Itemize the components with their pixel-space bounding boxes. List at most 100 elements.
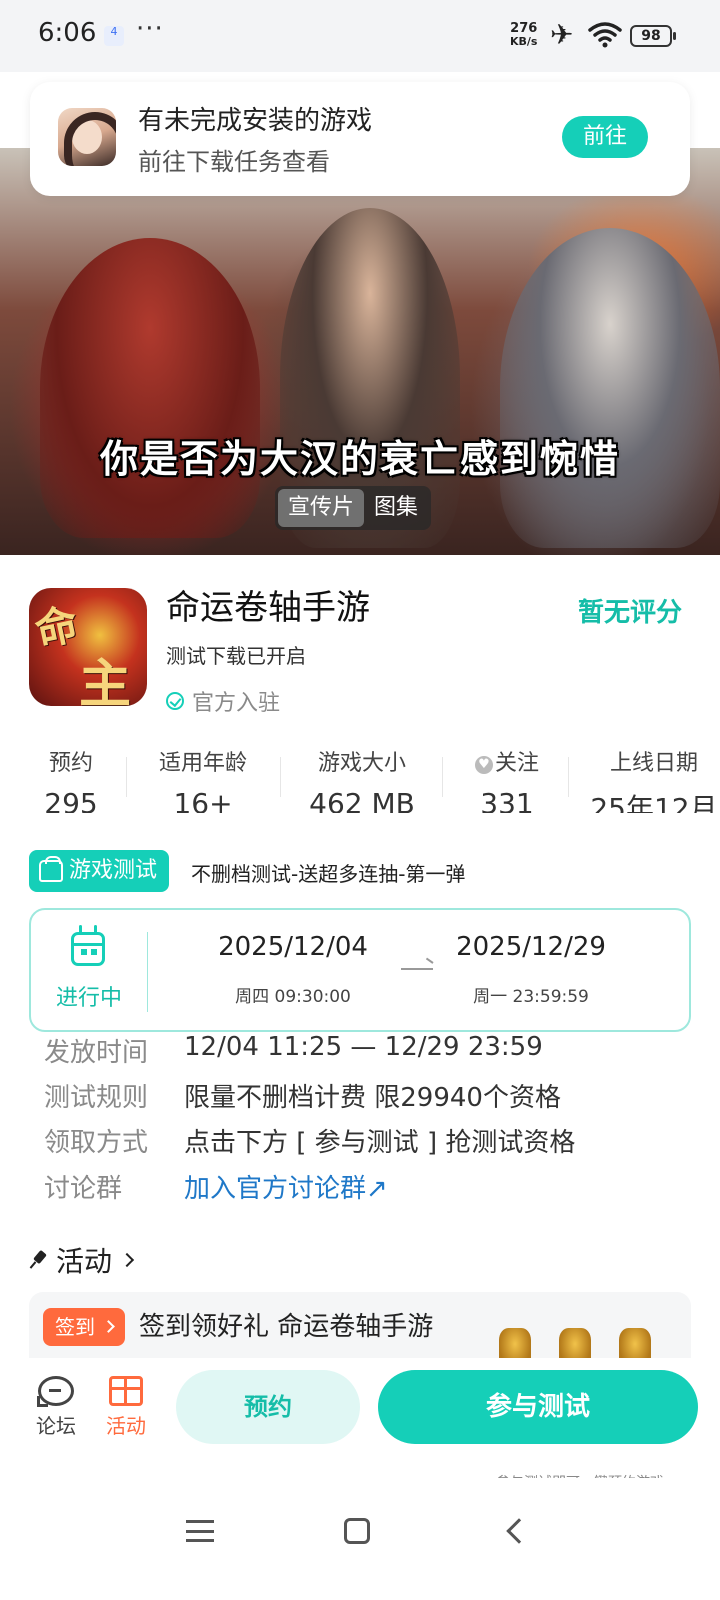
detail-label: 测试规则 <box>44 1083 149 1113</box>
end-time: 周一 23:59:59 <box>473 987 589 1007</box>
test-bag-icon <box>39 856 63 882</box>
activity-card[interactable]: 签到 签到领好礼 命运卷轴手游 <box>29 1292 691 1358</box>
join-test-button[interactable]: 参与测试 <box>378 1370 698 1444</box>
hero-figure-right <box>500 228 720 548</box>
activity-header[interactable]: 活动 <box>30 1240 135 1280</box>
pin-icon <box>30 1251 48 1269</box>
status-time: 6:06 <box>38 18 97 48</box>
install-notification[interactable]: 有未完成安装的游戏 前往下载任务查看 前往 <box>30 82 690 196</box>
schedule-divider <box>147 932 148 1012</box>
stat-value: 295 <box>44 787 98 813</box>
detail-label: 领取方式 <box>44 1128 149 1158</box>
tab-video[interactable]: 宣传片 <box>278 489 365 527</box>
hero-banner[interactable]: 你是否为大汉的衰亡感到惋惜 宣传片 图集 <box>0 148 720 555</box>
more-notifications-icon: ··· <box>136 14 164 44</box>
bottom-action-bar: 论坛 活动 预约 参与测试 参与测试即可一键预约游戏 <box>0 1358 720 1491</box>
network-speed: 276 KB/s <box>510 22 537 48</box>
notification-badge-icon: 4 <box>104 26 124 46</box>
app-subtitle: 测试下载已开启 <box>166 644 306 668</box>
start-time: 周四 09:30:00 <box>235 987 351 1007</box>
tab-forum[interactable]: 论坛 <box>26 1376 86 1439</box>
hero-caption: 你是否为大汉的衰亡感到惋惜 <box>99 436 620 481</box>
stat-label: 适用年龄 <box>158 751 247 776</box>
gold-ingot-icon <box>559 1328 591 1358</box>
start-date: 2025/12/04 <box>218 932 368 962</box>
back-icon[interactable] <box>506 1518 532 1544</box>
stat-reservations: 预约 295 <box>30 745 112 813</box>
detail-discussion-group: 讨论群 加入官方讨论群↗ <box>44 1168 388 1204</box>
detail-value: 12/04 11:25 — 12/29 23:59 <box>184 1032 543 1062</box>
activity-label: 活动 <box>106 1414 146 1438</box>
stat-value: 462 MB <box>309 787 415 813</box>
check-circle-icon <box>166 692 184 710</box>
detail-label: 发放时间 <box>44 1038 149 1068</box>
game-test-label: 游戏测试 <box>69 858 158 883</box>
app-rating: 暂无评分 <box>578 598 683 628</box>
media-tabs: 宣传片 图集 <box>275 486 432 530</box>
stat-size: 游戏大小 462 MB <box>300 745 424 813</box>
sign-in-badge: 签到 <box>43 1308 125 1346</box>
network-speed-value: 276 <box>510 21 538 36</box>
detail-claim-method: 领取方式 点击下方 [ 参与测试 ] 抢测试资格 <box>44 1122 575 1158</box>
forum-icon <box>37 1376 74 1407</box>
app-icon: 命 主 <box>29 588 147 706</box>
test-status: 进行中 <box>55 986 122 1011</box>
heart-icon: ♥ <box>474 756 493 774</box>
stat-label: 游戏大小 <box>317 751 406 776</box>
stat-divider <box>568 757 569 797</box>
app-name: 命运卷轴手游 <box>166 588 370 628</box>
follow-label: 关注 <box>494 751 539 776</box>
network-speed-unit: KB/s <box>510 35 538 48</box>
detail-distribution-time: 发放时间 12/04 11:25 — 12/29 23:59 <box>44 1032 543 1068</box>
notification-avatar <box>58 108 116 166</box>
stat-divider <box>126 757 127 797</box>
official-badge: 官方入驻 <box>166 685 280 717</box>
arrow-right-icon <box>401 968 433 970</box>
test-schedule-card: 进行中 2025/12/04 周四 09:30:00 2025/12/29 周一… <box>29 908 691 1032</box>
home-icon[interactable] <box>344 1518 370 1544</box>
hero-figure-left <box>40 238 260 538</box>
stat-label: 预约 <box>48 751 93 776</box>
stat-follow[interactable]: ♥ 关注 331 <box>460 745 554 813</box>
game-test-badge: 游戏测试 <box>29 850 170 892</box>
detail-label: 讨论群 <box>44 1174 123 1204</box>
calendar-pin <box>79 925 82 935</box>
reserve-button[interactable]: 预约 <box>176 1370 360 1444</box>
calendar-pin <box>94 925 97 935</box>
official-label: 官方入驻 <box>192 691 281 716</box>
battery-icon: 98 <box>630 25 676 47</box>
stat-release-date: 上线日期 25年12月 <box>590 745 718 813</box>
forum-label: 论坛 <box>36 1414 76 1438</box>
stats-row: 预约 295 适用年龄 16+ 游戏大小 462 MB ♥ 关注 331 上线日期… <box>0 745 720 813</box>
gift-icon <box>109 1376 143 1406</box>
test-title: 不删档测试-送超多连抽-第一弹 <box>191 862 466 886</box>
calendar-icon <box>71 932 105 966</box>
activity-heading: 活动 <box>56 1245 113 1278</box>
stat-value: 16+ <box>173 787 233 813</box>
activity-text: 签到领好礼 命运卷轴手游 <box>139 1312 434 1342</box>
wifi-icon <box>588 22 622 48</box>
tab-gallery[interactable]: 图集 <box>364 489 428 527</box>
gold-ingot-icon <box>619 1328 651 1358</box>
app-icon-glyph: 主 <box>79 654 132 706</box>
go-button[interactable]: 前往 <box>562 116 648 158</box>
app-icon-glyph: 命 <box>30 599 83 656</box>
airplane-mode-icon: ✈ <box>550 18 574 51</box>
end-date: 2025/12/29 <box>456 932 606 962</box>
gold-ingot-icon <box>499 1328 531 1358</box>
status-bar: 6:06 4 ··· 276 KB/s ✈ 98 <box>0 0 720 72</box>
notification-title: 有未完成安装的游戏 <box>138 106 373 136</box>
detail-test-rules: 测试规则 限量不删档计费 限29940个资格 <box>44 1077 561 1113</box>
stat-age: 适用年龄 16+ <box>148 745 258 813</box>
stat-divider <box>442 757 443 797</box>
system-navigation-bar <box>0 1478 720 1600</box>
stat-value: 25年12月 <box>590 792 718 813</box>
menu-icon[interactable] <box>186 1520 214 1542</box>
tab-activity[interactable]: 活动 <box>96 1376 156 1439</box>
notification-subtitle: 前往下载任务查看 <box>138 148 330 176</box>
chevron-right-icon <box>119 1252 135 1268</box>
stat-value: 331 <box>480 787 534 813</box>
stat-divider <box>280 757 281 797</box>
stat-label: ♥ 关注 <box>460 745 554 777</box>
join-group-link[interactable]: 加入官方讨论群↗ <box>184 1168 388 1204</box>
